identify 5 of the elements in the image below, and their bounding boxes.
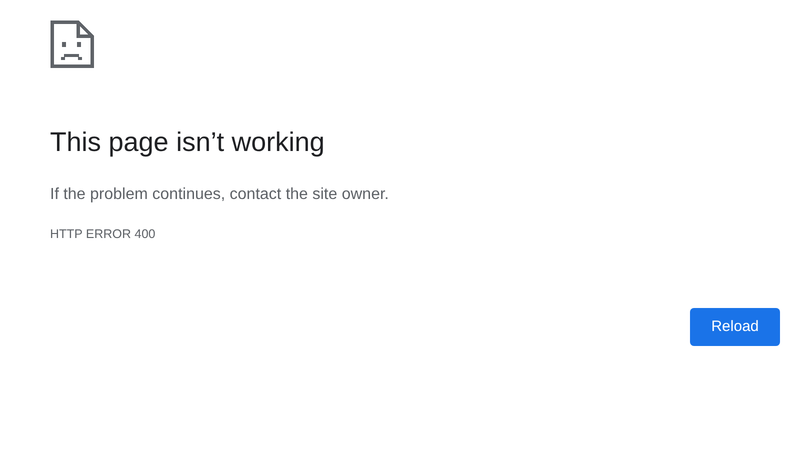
sad-document-icon bbox=[50, 20, 94, 68]
error-message: If the problem continues, contact the site owner. bbox=[50, 185, 389, 205]
reload-button[interactable]: Reload bbox=[690, 308, 780, 346]
error-heading: This page isn’t working bbox=[50, 126, 325, 159]
error-code: HTTP ERROR 400 bbox=[50, 226, 156, 242]
